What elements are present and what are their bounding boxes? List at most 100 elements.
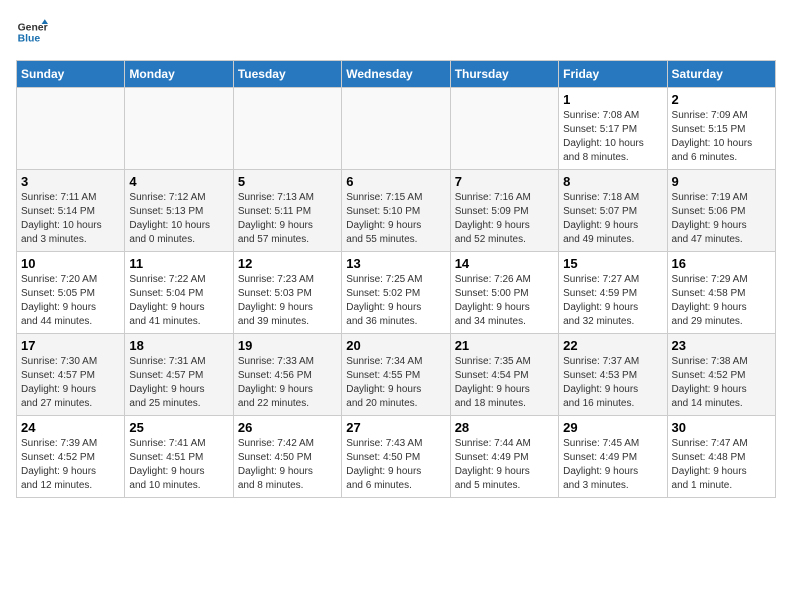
- weekday-header-wednesday: Wednesday: [342, 61, 450, 88]
- calendar-week-3: 10 Sunrise: 7:20 AM Sunset: 5:05 PM Dayli…: [17, 252, 776, 334]
- calendar-cell: 15 Sunrise: 7:27 AM Sunset: 4:59 PM Dayli…: [559, 252, 667, 334]
- calendar-cell: [342, 88, 450, 170]
- day-number: 17: [21, 338, 120, 353]
- day-info: Sunrise: 7:37 AM Sunset: 4:53 PM Dayligh…: [563, 355, 662, 411]
- day-info: Sunrise: 7:34 AM Sunset: 4:55 PM Dayligh…: [346, 355, 445, 411]
- svg-text:Blue: Blue: [18, 34, 41, 45]
- day-info: Sunrise: 7:45 AM Sunset: 4:49 PM Dayligh…: [563, 437, 662, 493]
- day-number: 20: [346, 338, 445, 353]
- calendar-cell: 13Sunrise: 7:25 AM Sunset: 5:02 PM Dayli…: [342, 252, 450, 334]
- calendar-week-1: 1 Sunrise: 7:08 AM Sunset: 5:17 PM Daylig…: [17, 88, 776, 170]
- calendar-cell: 11Sunrise: 7:22 AM Sunset: 5:04 PM Dayli…: [125, 252, 233, 334]
- calendar-cell: 16 Sunrise: 7:29 AM Sunset: 4:58 PM Dayli…: [667, 252, 775, 334]
- day-number: 15: [563, 256, 662, 271]
- calendar-cell: 4 Sunrise: 7:12 AM Sunset: 5:13 PM Daylig…: [125, 170, 233, 252]
- day-number: 24: [21, 420, 120, 435]
- calendar-week-2: 3 Sunrise: 7:11 AM Sunset: 5:14 PM Daylig…: [17, 170, 776, 252]
- day-info: Sunrise: 7:44 AM Sunset: 4:49 PM Dayligh…: [455, 437, 554, 493]
- weekday-header-thursday: Thursday: [450, 61, 558, 88]
- day-number: 27: [346, 420, 445, 435]
- calendar-cell: 6Sunrise: 7:15 AM Sunset: 5:10 PM Daylig…: [342, 170, 450, 252]
- calendar-cell: 10 Sunrise: 7:20 AM Sunset: 5:05 PM Dayli…: [17, 252, 125, 334]
- logo-icon: General Blue: [16, 16, 48, 48]
- calendar-cell: 2Sunrise: 7:09 AM Sunset: 5:15 PM Daylig…: [667, 88, 775, 170]
- day-number: 3: [21, 174, 120, 189]
- weekday-header-saturday: Saturday: [667, 61, 775, 88]
- calendar-week-5: 24Sunrise: 7:39 AM Sunset: 4:52 PM Dayli…: [17, 416, 776, 498]
- calendar-cell: 3 Sunrise: 7:11 AM Sunset: 5:14 PM Daylig…: [17, 170, 125, 252]
- day-number: 14: [455, 256, 554, 271]
- calendar-cell: 18 Sunrise: 7:31 AM Sunset: 4:57 PM Dayli…: [125, 334, 233, 416]
- weekday-header-friday: Friday: [559, 61, 667, 88]
- day-info: Sunrise: 7:30 AM Sunset: 4:57 PM Dayligh…: [21, 355, 120, 411]
- calendar-cell: [450, 88, 558, 170]
- day-info: Sunrise: 7:18 AM Sunset: 5:07 PM Dayligh…: [563, 191, 662, 247]
- day-number: 8: [563, 174, 662, 189]
- calendar-cell: 25Sunrise: 7:41 AM Sunset: 4:51 PM Dayli…: [125, 416, 233, 498]
- calendar-body: 1 Sunrise: 7:08 AM Sunset: 5:17 PM Daylig…: [17, 88, 776, 498]
- calendar-cell: 29 Sunrise: 7:45 AM Sunset: 4:49 PM Dayli…: [559, 416, 667, 498]
- weekday-header-row: SundayMondayTuesdayWednesdayThursdayFrid…: [17, 61, 776, 88]
- day-number: 22: [563, 338, 662, 353]
- calendar-cell: 28 Sunrise: 7:44 AM Sunset: 4:49 PM Dayli…: [450, 416, 558, 498]
- day-number: 28: [455, 420, 554, 435]
- day-info: Sunrise: 7:29 AM Sunset: 4:58 PM Dayligh…: [672, 273, 771, 329]
- day-info: Sunrise: 7:31 AM Sunset: 4:57 PM Dayligh…: [129, 355, 228, 411]
- calendar-cell: 26 Sunrise: 7:42 AM Sunset: 4:50 PM Dayli…: [233, 416, 341, 498]
- calendar-cell: 9Sunrise: 7:19 AM Sunset: 5:06 PM Daylig…: [667, 170, 775, 252]
- day-number: 19: [238, 338, 337, 353]
- calendar-cell: 20 Sunrise: 7:34 AM Sunset: 4:55 PM Dayli…: [342, 334, 450, 416]
- day-number: 12: [238, 256, 337, 271]
- day-info: Sunrise: 7:13 AM Sunset: 5:11 PM Dayligh…: [238, 191, 337, 247]
- day-number: 10: [21, 256, 120, 271]
- day-info: Sunrise: 7:33 AM Sunset: 4:56 PM Dayligh…: [238, 355, 337, 411]
- day-info: Sunrise: 7:43 AM Sunset: 4:50 PM Dayligh…: [346, 437, 445, 493]
- day-number: 7: [455, 174, 554, 189]
- day-number: 26: [238, 420, 337, 435]
- page-header: General Blue: [16, 16, 776, 48]
- day-info: Sunrise: 7:26 AM Sunset: 5:00 PM Dayligh…: [455, 273, 554, 329]
- calendar-cell: 23Sunrise: 7:38 AM Sunset: 4:52 PM Dayli…: [667, 334, 775, 416]
- calendar-cell: 17 Sunrise: 7:30 AM Sunset: 4:57 PM Dayli…: [17, 334, 125, 416]
- day-number: 18: [129, 338, 228, 353]
- day-info: Sunrise: 7:19 AM Sunset: 5:06 PM Dayligh…: [672, 191, 771, 247]
- day-number: 2: [672, 92, 771, 107]
- calendar-cell: 27 Sunrise: 7:43 AM Sunset: 4:50 PM Dayli…: [342, 416, 450, 498]
- day-number: 29: [563, 420, 662, 435]
- calendar-cell: 14 Sunrise: 7:26 AM Sunset: 5:00 PM Dayli…: [450, 252, 558, 334]
- calendar-week-4: 17 Sunrise: 7:30 AM Sunset: 4:57 PM Dayli…: [17, 334, 776, 416]
- calendar-cell: 24Sunrise: 7:39 AM Sunset: 4:52 PM Dayli…: [17, 416, 125, 498]
- weekday-header-monday: Monday: [125, 61, 233, 88]
- day-info: Sunrise: 7:38 AM Sunset: 4:52 PM Dayligh…: [672, 355, 771, 411]
- day-info: Sunrise: 7:25 AM Sunset: 5:02 PM Dayligh…: [346, 273, 445, 329]
- day-info: Sunrise: 7:35 AM Sunset: 4:54 PM Dayligh…: [455, 355, 554, 411]
- day-info: Sunrise: 7:11 AM Sunset: 5:14 PM Dayligh…: [21, 191, 120, 247]
- calendar-cell: 7 Sunrise: 7:16 AM Sunset: 5:09 PM Daylig…: [450, 170, 558, 252]
- day-number: 4: [129, 174, 228, 189]
- day-number: 16: [672, 256, 771, 271]
- calendar-cell: 12 Sunrise: 7:23 AM Sunset: 5:03 PM Dayli…: [233, 252, 341, 334]
- day-number: 11: [129, 256, 228, 271]
- day-info: Sunrise: 7:08 AM Sunset: 5:17 PM Dayligh…: [563, 109, 662, 165]
- calendar-cell: 21Sunrise: 7:35 AM Sunset: 4:54 PM Dayli…: [450, 334, 558, 416]
- day-info: Sunrise: 7:15 AM Sunset: 5:10 PM Dayligh…: [346, 191, 445, 247]
- calendar-cell: [17, 88, 125, 170]
- day-number: 30: [672, 420, 771, 435]
- calendar-cell: 22 Sunrise: 7:37 AM Sunset: 4:53 PM Dayli…: [559, 334, 667, 416]
- calendar-cell: 8 Sunrise: 7:18 AM Sunset: 5:07 PM Daylig…: [559, 170, 667, 252]
- day-number: 5: [238, 174, 337, 189]
- calendar-cell: [125, 88, 233, 170]
- day-info: Sunrise: 7:16 AM Sunset: 5:09 PM Dayligh…: [455, 191, 554, 247]
- weekday-header-tuesday: Tuesday: [233, 61, 341, 88]
- day-info: Sunrise: 7:12 AM Sunset: 5:13 PM Dayligh…: [129, 191, 228, 247]
- calendar-cell: 30Sunrise: 7:47 AM Sunset: 4:48 PM Dayli…: [667, 416, 775, 498]
- calendar-header: SundayMondayTuesdayWednesdayThursdayFrid…: [17, 61, 776, 88]
- day-info: Sunrise: 7:27 AM Sunset: 4:59 PM Dayligh…: [563, 273, 662, 329]
- day-info: Sunrise: 7:42 AM Sunset: 4:50 PM Dayligh…: [238, 437, 337, 493]
- weekday-header-sunday: Sunday: [17, 61, 125, 88]
- day-info: Sunrise: 7:20 AM Sunset: 5:05 PM Dayligh…: [21, 273, 120, 329]
- day-number: 1: [563, 92, 662, 107]
- day-number: 25: [129, 420, 228, 435]
- day-info: Sunrise: 7:23 AM Sunset: 5:03 PM Dayligh…: [238, 273, 337, 329]
- calendar-table: SundayMondayTuesdayWednesdayThursdayFrid…: [16, 60, 776, 498]
